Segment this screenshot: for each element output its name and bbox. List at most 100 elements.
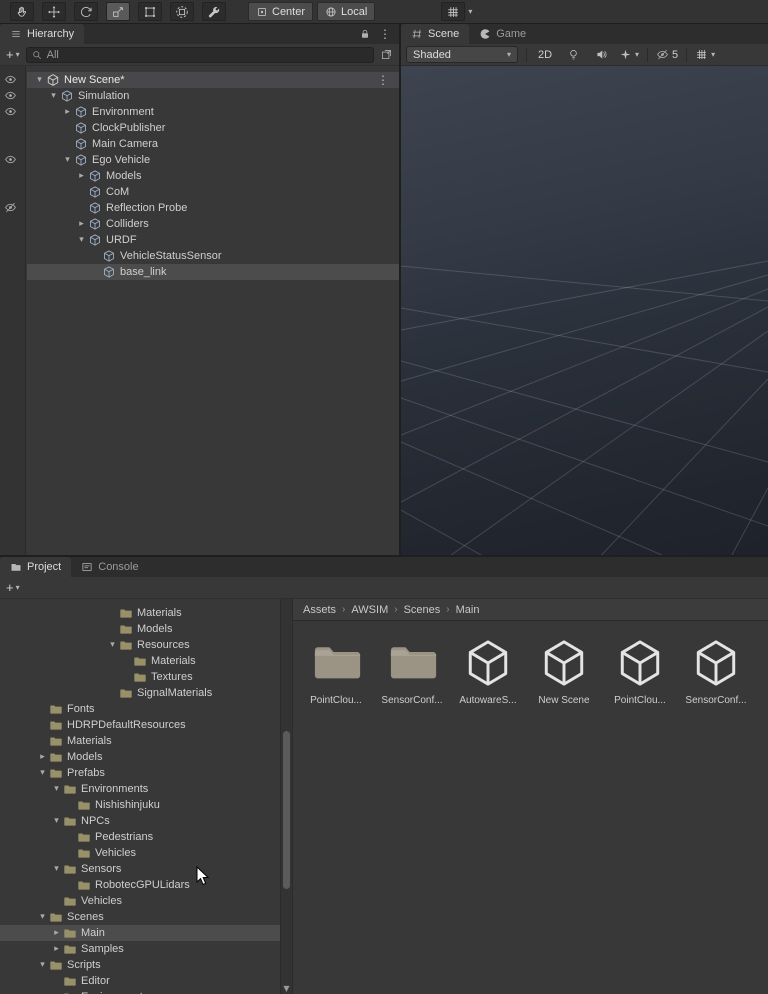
hierarchy-search-input[interactable]: All <box>25 46 374 63</box>
scene-effects-button[interactable]: ▾ <box>619 46 639 63</box>
asset-autowares[interactable]: AutowareS... <box>451 635 525 706</box>
project-folder-samples[interactable]: ▸ Samples <box>0 941 280 957</box>
scene-visibility-button[interactable]: 5 <box>656 46 678 63</box>
project-folder-resources[interactable]: ▾ Resources <box>0 637 280 653</box>
project-folder-scenes[interactable]: ▾ Scenes <box>0 909 280 925</box>
foldout-open-icon[interactable]: ▾ <box>33 75 46 85</box>
project-folder-pedestrians[interactable]: Pedestrians <box>0 829 280 845</box>
project-folder-materials[interactable]: Materials <box>0 605 280 621</box>
project-folder-environments[interactable]: Environments <box>0 989 280 994</box>
pivot-toggle-button[interactable]: Center <box>248 2 314 21</box>
foldout-open-icon[interactable]: ▾ <box>61 155 74 165</box>
hierarchy-item-ego-vehicle[interactable]: ▾ Ego Vehicle <box>27 152 399 168</box>
lock-icon[interactable] <box>359 28 371 40</box>
scrollbar-thumb[interactable] <box>283 731 290 889</box>
hierarchy-item-environment[interactable]: ▸ Environment <box>27 104 399 120</box>
breadcrumb-item-awsim[interactable]: AWSIM <box>351 604 388 616</box>
hierarchy-item-vehiclestatussensor[interactable]: VehicleStatusSensor <box>27 248 399 264</box>
rect-tool-button[interactable] <box>138 2 162 21</box>
scrollbar-down-arrow-icon[interactable]: ▼ <box>281 984 292 993</box>
project-folder-materials[interactable]: Materials <box>0 733 280 749</box>
hierarchy-item-colliders[interactable]: ▸ Colliders <box>27 216 399 232</box>
foldout-open-icon[interactable]: ▾ <box>36 960 49 970</box>
hierarchy-item-main-camera[interactable]: Main Camera <box>27 136 399 152</box>
foldout-open-icon[interactable]: ▾ <box>75 235 88 245</box>
foldout-closed-icon[interactable]: ▸ <box>36 752 49 762</box>
foldout-open-icon[interactable]: ▾ <box>106 640 119 650</box>
foldout-closed-icon[interactable]: ▸ <box>75 171 88 181</box>
project-create-button[interactable]: + ▾ <box>6 580 20 595</box>
panel-menu-dots-icon[interactable]: ⋮ <box>379 27 391 41</box>
scale-tool-button[interactable] <box>106 2 130 21</box>
foldout-closed-icon[interactable]: ▸ <box>61 107 74 117</box>
project-folder-editor[interactable]: Editor <box>0 973 280 989</box>
project-folder-vehicles[interactable]: Vehicles <box>0 845 280 861</box>
project-folder-signalmaterials[interactable]: SignalMaterials <box>0 685 280 701</box>
project-folder-vehicles[interactable]: Vehicles <box>0 893 280 909</box>
grid-snap-button[interactable] <box>441 2 466 21</box>
rotate-tool-button[interactable] <box>74 2 98 21</box>
scene-grid-toggle-button[interactable]: ▾ <box>695 46 715 63</box>
asset-sensorconf[interactable]: SensorConf... <box>679 635 753 706</box>
asset-sensorconf[interactable]: SensorConf... <box>375 635 449 706</box>
eye-icon[interactable] <box>4 105 17 118</box>
scene-lighting-button[interactable] <box>563 46 583 63</box>
project-folder-materials[interactable]: Materials <box>0 653 280 669</box>
grid-snap-caret-icon[interactable]: ▾ <box>468 7 472 16</box>
custom-tool-button[interactable] <box>202 2 226 21</box>
project-folder-scripts[interactable]: ▾ Scripts <box>0 957 280 973</box>
hierarchy-item-new-scene[interactable]: ▾ New Scene* ⋮ <box>27 72 399 88</box>
eye-icon[interactable] <box>4 89 17 102</box>
hierarchy-item-clockpublisher[interactable]: ClockPublisher <box>27 120 399 136</box>
move-tool-button[interactable] <box>42 2 66 21</box>
hierarchy-item-com[interactable]: CoM <box>27 184 399 200</box>
project-folder-fonts[interactable]: Fonts <box>0 701 280 717</box>
foldout-open-icon[interactable]: ▾ <box>50 864 63 874</box>
project-folder-hdrpdefaultresources[interactable]: HDRPDefaultResources <box>0 717 280 733</box>
hierarchy-item-models[interactable]: ▸ Models <box>27 168 399 184</box>
foldout-open-icon[interactable]: ▾ <box>50 784 63 794</box>
tab-hierarchy[interactable]: Hierarchy <box>0 24 85 44</box>
scene-viewport[interactable] <box>401 66 768 555</box>
eye-icon[interactable] <box>4 153 17 166</box>
breadcrumb-item-main[interactable]: Main <box>456 604 480 616</box>
foldout-closed-icon[interactable]: ▸ <box>50 928 63 938</box>
shading-mode-dropdown[interactable]: Shaded ▾ <box>406 46 518 63</box>
foldout-closed-icon[interactable]: ▸ <box>50 944 63 954</box>
tab-game[interactable]: Game <box>469 24 537 44</box>
scene-audio-button[interactable] <box>591 46 611 63</box>
hierarchy-item-base-link[interactable]: base_link <box>27 264 399 280</box>
tab-console[interactable]: Console <box>71 557 149 577</box>
foldout-open-icon[interactable]: ▾ <box>50 816 63 826</box>
hierarchy-item-reflection-probe[interactable]: Reflection Probe <box>27 200 399 216</box>
orientation-toggle-button[interactable]: Local <box>317 2 376 21</box>
hierarchy-item-urdf[interactable]: ▾ URDF <box>27 232 399 248</box>
view-tool-button[interactable] <box>10 2 34 21</box>
project-tree-scrollbar[interactable]: ▼ <box>280 599 293 994</box>
breadcrumb-item-scenes[interactable]: Scenes <box>404 604 441 616</box>
project-folder-robotecgpulidars[interactable]: RobotecGPULidars <box>0 877 280 893</box>
hierarchy-item-simulation[interactable]: ▾ Simulation <box>27 88 399 104</box>
asset-new-scene[interactable]: New Scene <box>527 635 601 706</box>
project-folder-environments[interactable]: ▾ Environments <box>0 781 280 797</box>
foldout-closed-icon[interactable]: ▸ <box>75 219 88 229</box>
eye-slash-icon[interactable] <box>4 201 17 214</box>
eye-icon[interactable] <box>4 73 17 86</box>
project-folder-prefabs[interactable]: ▾ Prefabs <box>0 765 280 781</box>
create-object-button[interactable]: + ▾ <box>6 47 20 62</box>
foldout-open-icon[interactable]: ▾ <box>36 912 49 922</box>
asset-pointclou[interactable]: PointClou... <box>299 635 373 706</box>
project-folder-npcs[interactable]: ▾ NPCs <box>0 813 280 829</box>
project-folder-models[interactable]: ▸ Models <box>0 749 280 765</box>
foldout-open-icon[interactable]: ▾ <box>47 91 60 101</box>
project-folder-main[interactable]: ▸ Main <box>0 925 280 941</box>
row-menu-dots-icon[interactable]: ⋮ <box>377 73 399 87</box>
transform-tool-button[interactable] <box>170 2 194 21</box>
breadcrumb-item-assets[interactable]: Assets <box>303 604 336 616</box>
project-folder-sensors[interactable]: ▾ Sensors <box>0 861 280 877</box>
tab-project[interactable]: Project <box>0 557 72 577</box>
foldout-open-icon[interactable]: ▾ <box>36 768 49 778</box>
asset-pointclou[interactable]: PointClou... <box>603 635 677 706</box>
tab-scene[interactable]: Scene <box>401 24 470 44</box>
pop-out-icon[interactable] <box>380 48 393 61</box>
